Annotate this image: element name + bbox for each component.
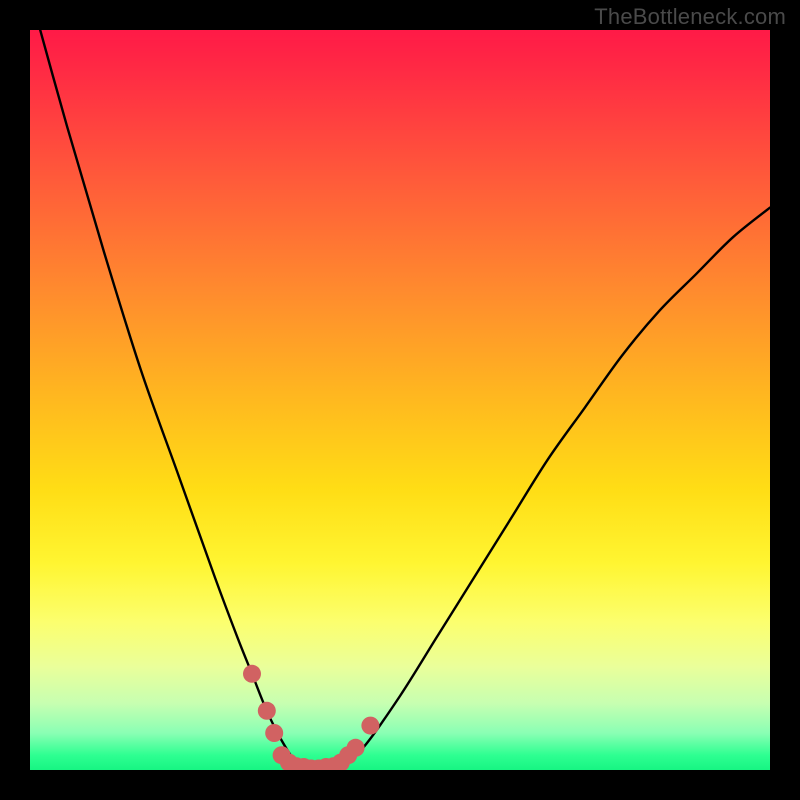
trough-marker [361, 717, 379, 735]
trough-marker [258, 702, 276, 720]
plot-area [30, 30, 770, 770]
watermark-text: TheBottleneck.com [594, 4, 786, 30]
curve-group [30, 30, 770, 770]
trough-marker [347, 739, 365, 757]
outer-frame: TheBottleneck.com [0, 0, 800, 800]
trough-marker [243, 665, 261, 683]
bottleneck-curve [30, 30, 770, 770]
trough-marker [265, 724, 283, 742]
chart-svg [30, 30, 770, 770]
trough-marker-group [243, 665, 379, 770]
